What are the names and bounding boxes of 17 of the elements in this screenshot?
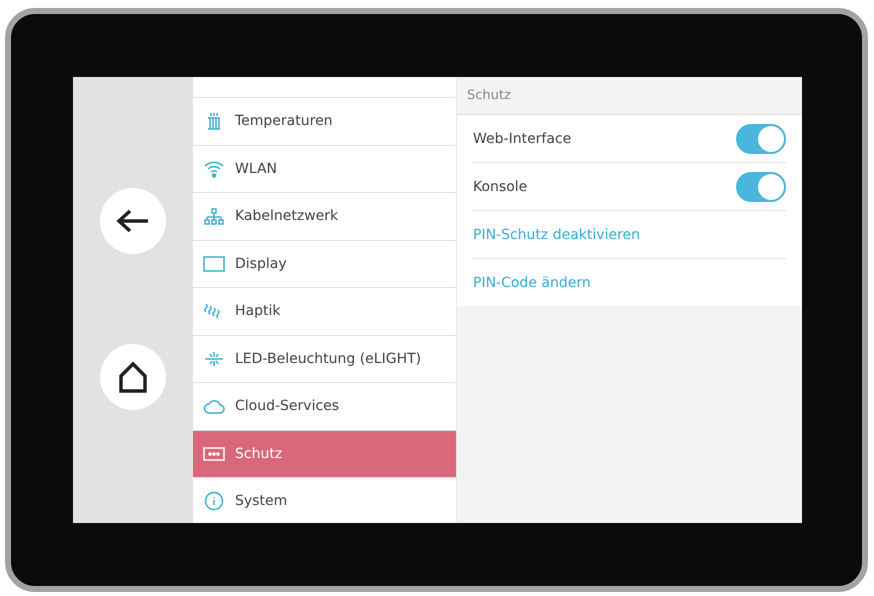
menu-item[interactable]: Temperaturen <box>193 98 456 146</box>
menu-item[interactable]: LED-Beleuchtung (eLIGHT) <box>193 336 456 383</box>
wifi-icon <box>203 158 225 179</box>
menu-item[interactable]: System <box>193 478 456 523</box>
menu-item[interactable]: Kabelnetzwerk <box>193 193 456 240</box>
setting-label: Konsole <box>473 178 528 194</box>
back-arrow-icon <box>116 209 150 233</box>
network-icon <box>203 206 225 226</box>
home-icon <box>117 361 149 393</box>
toggle-switch[interactable] <box>736 124 786 154</box>
info-icon <box>203 491 225 512</box>
toggle-switch[interactable] <box>736 172 786 202</box>
display-icon <box>203 254 225 274</box>
menu-item[interactable]: Haptik <box>193 288 456 336</box>
menu-item[interactable]: WLAN <box>193 146 456 193</box>
setting-label: Web-Interface <box>473 130 572 146</box>
menu-item[interactable]: Display <box>193 240 456 288</box>
